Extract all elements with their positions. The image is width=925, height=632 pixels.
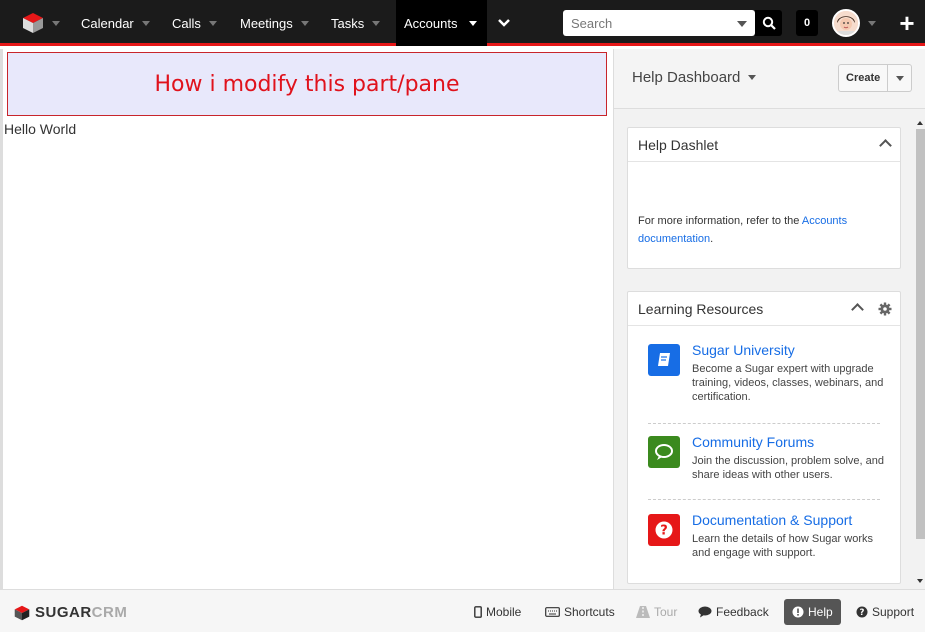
help-sidebar: Help Dashboard Create Help Dashlet For m…	[613, 49, 925, 589]
learning-resource-item: ? Documentation & Support Learn the deta…	[628, 512, 900, 578]
chevron-down-icon	[498, 19, 510, 27]
user-menu[interactable]	[832, 8, 876, 38]
community-forums-link[interactable]: Community Forums	[692, 434, 890, 450]
create-button[interactable]: Create	[838, 64, 889, 92]
gear-icon[interactable]	[878, 302, 892, 316]
resource-description: Learn the details of how Sugar works and…	[692, 533, 873, 559]
nav-tab-label: Tasks	[331, 15, 365, 31]
search-module-dropdown-icon[interactable]	[737, 21, 747, 27]
nav-tab-label: Calls	[172, 15, 201, 31]
help-dashlet: Help Dashlet For more information, refer…	[627, 127, 901, 269]
dashlet-header: Learning Resources	[628, 292, 900, 326]
divider	[648, 423, 880, 424]
main-pane: How i modify this part/pane Hello World	[0, 49, 613, 589]
question-icon: ?	[648, 514, 680, 546]
nav-tab-tasks[interactable]: Tasks	[323, 0, 393, 46]
tour-button[interactable]: Tour	[636, 599, 677, 625]
comment-icon	[698, 606, 712, 618]
road-icon	[636, 606, 650, 618]
chat-icon	[648, 436, 680, 468]
divider	[648, 499, 880, 500]
chevron-down-icon	[141, 20, 150, 26]
exclamation-circle-icon	[792, 606, 804, 618]
collapse-chevron-up-icon[interactable]	[879, 139, 892, 152]
chevron-down-icon	[372, 20, 381, 26]
mobile-label: Mobile	[486, 605, 522, 619]
feedback-label: Feedback	[716, 605, 769, 619]
tour-label: Tour	[654, 605, 678, 619]
chevron-down-icon	[52, 20, 60, 26]
shortcuts-label: Shortcuts	[564, 605, 615, 619]
help-label: Help	[808, 605, 833, 619]
dashboard-header: Help Dashboard Create	[614, 49, 925, 109]
create-dropdown-button[interactable]	[888, 64, 913, 92]
nav-tab-accounts[interactable]: Accounts	[396, 0, 487, 46]
dashboard-title: Help Dashboard	[632, 69, 741, 86]
scrollbar-thumb[interactable]	[916, 129, 925, 539]
brand-sugar: SUGAR	[35, 604, 92, 621]
nav-tab-label: Accounts	[404, 15, 458, 31]
global-search	[563, 10, 755, 36]
help-text-end: .	[710, 233, 714, 245]
learning-resource-item: Sugar University Become a Sugar expert w…	[628, 342, 900, 424]
scroll-up-arrow-icon[interactable]	[917, 121, 923, 125]
collapse-chevron-up-icon[interactable]	[851, 303, 864, 316]
user-avatar-icon	[834, 11, 858, 35]
top-navbar: Calendar Calls Meetings Tasks Accounts 0	[0, 0, 925, 46]
shortcuts-button[interactable]: Shortcuts	[545, 599, 615, 625]
sidebar-scrollbar[interactable]	[915, 121, 925, 589]
mobile-icon	[474, 606, 482, 618]
notifications-button[interactable]: 0	[796, 10, 818, 36]
scroll-down-arrow-icon[interactable]	[917, 579, 923, 583]
footer-bar: SUGAR CRM Mobile Shortcuts Tour Feedback …	[0, 589, 925, 632]
nav-tab-label: Meetings	[240, 15, 293, 31]
sugar-university-link[interactable]: Sugar University	[692, 342, 890, 358]
search-input[interactable]	[563, 11, 723, 35]
more-modules-button[interactable]	[487, 0, 521, 46]
book-icon	[648, 344, 680, 376]
avatar	[832, 9, 860, 37]
nav-tab-calls[interactable]: Calls	[164, 0, 224, 46]
support-button[interactable]: ? Support	[856, 599, 914, 625]
chevron-down-icon	[748, 75, 757, 80]
sugar-cube-icon	[14, 605, 30, 620]
svg-text:?: ?	[860, 608, 865, 618]
resource-description: Become a Sugar expert with upgrade train…	[692, 363, 884, 403]
chevron-down-icon	[895, 75, 904, 81]
search-button[interactable]	[755, 10, 782, 36]
feedback-button[interactable]: Feedback	[698, 599, 769, 625]
dashlet-title: Help Dashlet	[638, 137, 719, 153]
question-circle-icon: ?	[856, 606, 868, 618]
sugar-logo-menu[interactable]	[10, 0, 70, 46]
hello-text: Hello World	[4, 121, 77, 137]
help-button[interactable]: Help	[784, 599, 841, 625]
chevron-down-icon	[208, 20, 217, 26]
search-icon	[762, 16, 776, 30]
chevron-down-icon	[868, 20, 876, 26]
learning-resources-dashlet: Learning Resources Sugar University Beco…	[627, 291, 901, 584]
custom-pane-banner: How i modify this part/pane	[7, 52, 607, 116]
dashlet-title: Learning Resources	[638, 301, 764, 317]
resource-description: Join the discussion, problem solve, and …	[692, 455, 884, 481]
sugarcrm-logo[interactable]: SUGAR CRM	[14, 604, 127, 621]
mobile-button[interactable]: Mobile	[474, 599, 521, 625]
quick-create-button[interactable]: +	[894, 8, 920, 38]
svg-text:?: ?	[660, 524, 668, 539]
help-dashlet-body: For more information, refer to the Accou…	[628, 162, 900, 248]
dashlet-header: Help Dashlet	[628, 128, 900, 162]
keyboard-icon	[545, 607, 560, 617]
sugar-cube-icon	[23, 13, 43, 33]
nav-tab-calendar[interactable]: Calendar	[73, 0, 153, 46]
support-label: Support	[872, 605, 915, 619]
learning-resource-item: Community Forums Join the discussion, pr…	[628, 434, 900, 500]
create-button-group: Create	[838, 64, 913, 92]
nav-tab-label: Calendar	[81, 15, 134, 31]
chevron-down-icon	[469, 20, 478, 26]
chevron-down-icon	[300, 20, 309, 26]
brand-crm: CRM	[91, 604, 128, 621]
help-text: For more information, refer to the	[638, 215, 802, 227]
dashboard-title-dropdown[interactable]: Help Dashboard	[632, 69, 757, 86]
documentation-support-link[interactable]: Documentation & Support	[692, 512, 890, 528]
nav-tab-meetings[interactable]: Meetings	[232, 0, 322, 46]
